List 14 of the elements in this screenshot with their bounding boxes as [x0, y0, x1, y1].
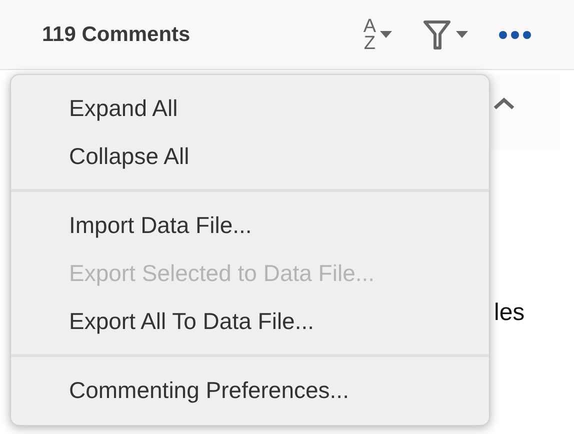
menu-item[interactable]: Collapse All [11, 132, 489, 180]
comments-count: 119 Comments [42, 22, 192, 46]
menu-item[interactable]: Export All To Data File... [11, 297, 489, 345]
caret-icon [456, 30, 468, 38]
menu-item[interactable]: Expand All [11, 84, 489, 132]
more-button[interactable] [498, 30, 532, 40]
caret-icon [380, 30, 392, 38]
menu-item[interactable]: Import Data File... [11, 201, 489, 249]
collapse-icon[interactable] [492, 97, 516, 111]
filter-button[interactable] [422, 18, 468, 52]
filter-icon [422, 18, 452, 52]
menu-item[interactable]: Commenting Preferences... [11, 366, 489, 414]
comment-text: les [494, 299, 525, 327]
sort-button[interactable]: A Z [363, 18, 392, 52]
